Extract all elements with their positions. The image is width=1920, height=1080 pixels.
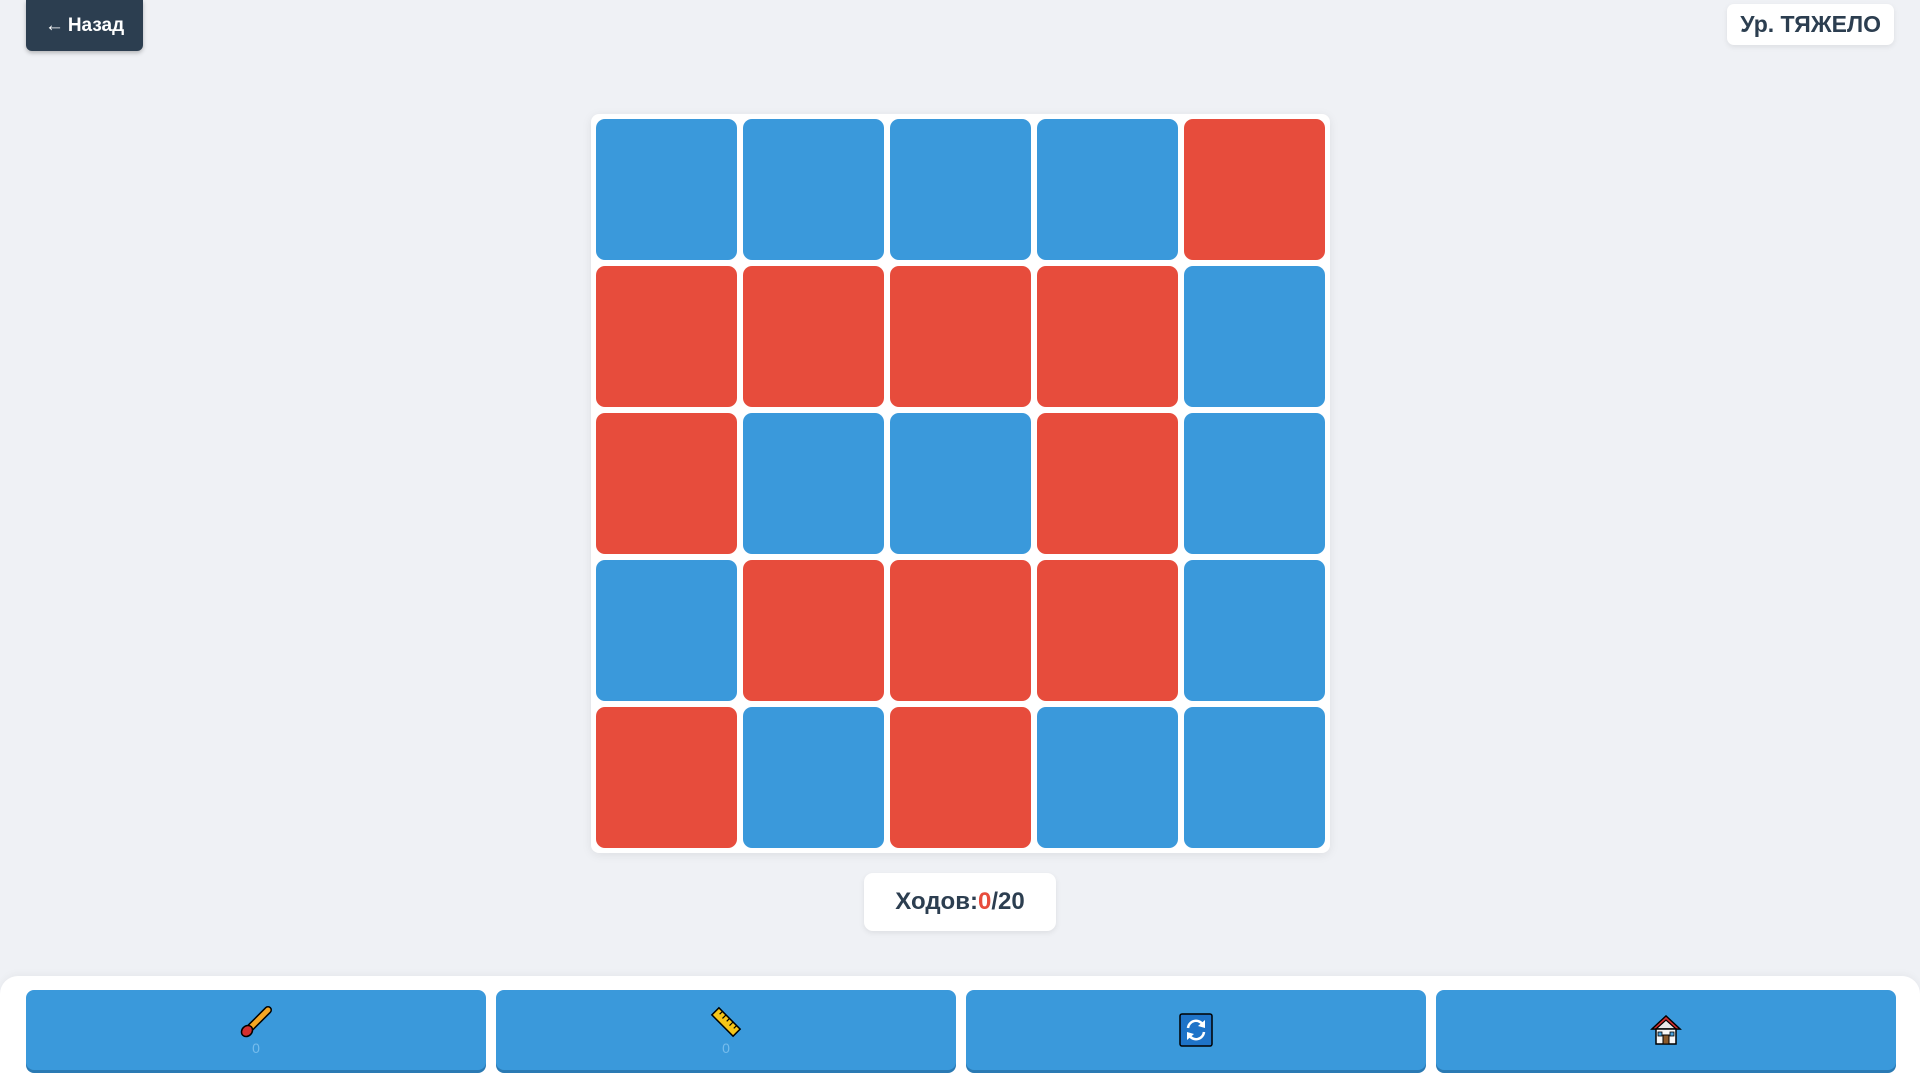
board-cell-2-0[interactable] (596, 413, 737, 554)
paintbrush-tool-button[interactable]: 0 (26, 990, 486, 1070)
board-cell-2-3[interactable] (1037, 413, 1178, 554)
board-cell-4-0[interactable] (596, 707, 737, 848)
board-cell-4-3[interactable] (1037, 707, 1178, 848)
game-board (591, 114, 1330, 853)
back-arrow-icon: ← (44, 14, 64, 36)
ruler-count: 0 (722, 1040, 730, 1056)
board-cell-3-1[interactable] (743, 560, 884, 701)
board-cell-1-3[interactable] (1037, 266, 1178, 407)
back-button[interactable]: ← Назад (26, 0, 143, 51)
paintbrush-count: 0 (252, 1040, 260, 1056)
moves-label: Ходов: (895, 888, 978, 915)
board-cell-3-3[interactable] (1037, 560, 1178, 701)
refresh-icon (1179, 1013, 1213, 1047)
board-cell-2-4[interactable] (1184, 413, 1325, 554)
ruler-icon (709, 1005, 743, 1039)
back-button-label: Назад (67, 14, 125, 36)
level-badge: Ур. ТЯЖЕЛО (1727, 4, 1894, 45)
ruler-tool-button[interactable]: 0 (496, 990, 956, 1070)
board-cell-1-2[interactable] (890, 266, 1031, 407)
board-cell-1-1[interactable] (743, 266, 884, 407)
paintbrush-icon (239, 1005, 273, 1039)
moves-counter: Ходов: 0 / 20 (864, 873, 1056, 931)
board-cell-0-4[interactable] (1184, 119, 1325, 260)
board-cell-0-0[interactable] (596, 119, 737, 260)
board-cell-4-1[interactable] (743, 707, 884, 848)
moves-max: 20 (998, 888, 1025, 915)
moves-current: 0 (977, 888, 992, 915)
home-icon (1649, 1013, 1683, 1047)
board-cell-4-2[interactable] (890, 707, 1031, 848)
board-cell-2-1[interactable] (743, 413, 884, 554)
home-button[interactable] (1436, 990, 1896, 1070)
board-cell-2-2[interactable] (890, 413, 1031, 554)
board-cell-3-0[interactable] (596, 560, 737, 701)
restart-button[interactable] (966, 990, 1426, 1070)
board-cell-1-4[interactable] (1184, 266, 1325, 407)
bottom-toolbar: 0 0 (0, 976, 1920, 1080)
board-cell-3-2[interactable] (890, 560, 1031, 701)
board-cell-0-2[interactable] (890, 119, 1031, 260)
board-cell-4-4[interactable] (1184, 707, 1325, 848)
moves-separator: / (991, 888, 998, 915)
board-cell-0-3[interactable] (1037, 119, 1178, 260)
board-cell-0-1[interactable] (743, 119, 884, 260)
board-cell-1-0[interactable] (596, 266, 737, 407)
board-cell-3-4[interactable] (1184, 560, 1325, 701)
